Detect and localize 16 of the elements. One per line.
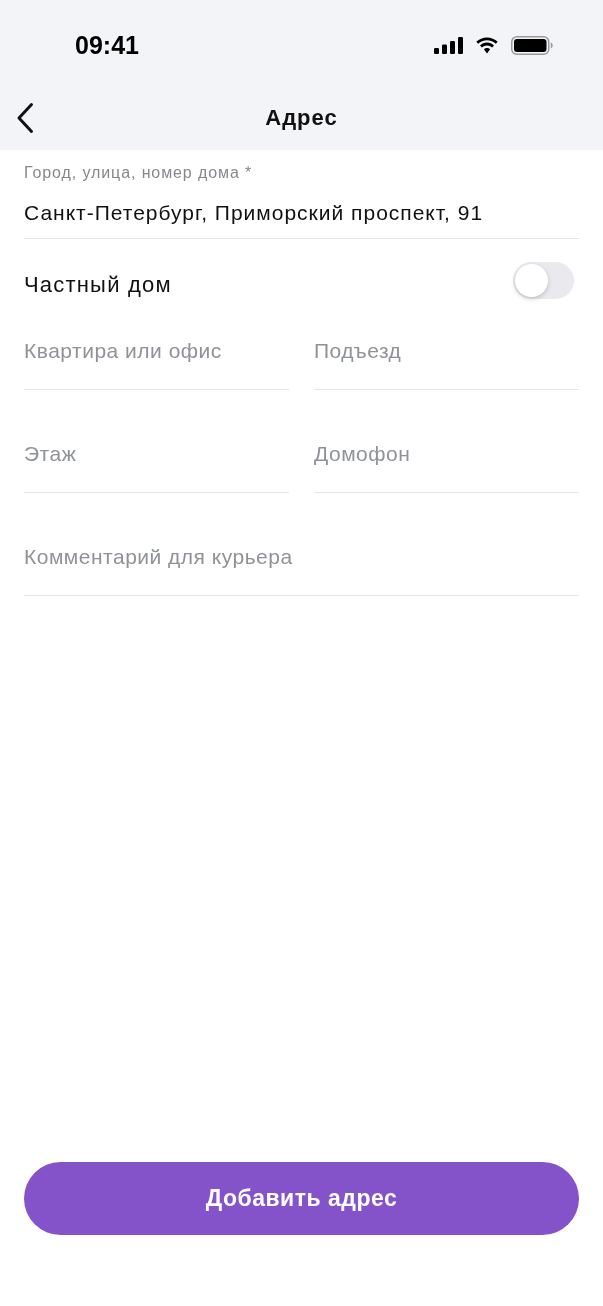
field-label: Город, улица, номер дома * (24, 164, 253, 182)
input-field[interactable]: Этаж (24, 432, 289, 493)
input-field[interactable]: Квартира или офис (24, 329, 289, 390)
input-field[interactable]: Комментарий для курьера (24, 535, 579, 596)
toggle-switch[interactable] (513, 262, 574, 299)
status-time: 09:41 (75, 32, 139, 58)
input-field[interactable]: Санкт-Петербург, Приморский проспект, 91 (24, 199, 579, 239)
chevron-left-icon (16, 102, 34, 134)
input-field[interactable]: Подъезд (314, 329, 579, 390)
add-address-button[interactable]: Добавить адрес (24, 1162, 579, 1235)
input-field[interactable]: Домофон (314, 432, 579, 493)
page-title: Адрес (265, 107, 338, 129)
signal-icon (434, 36, 463, 54)
battery-icon (511, 35, 553, 55)
wifi-icon (475, 36, 499, 54)
private-house-label: Частный дом (24, 270, 172, 299)
